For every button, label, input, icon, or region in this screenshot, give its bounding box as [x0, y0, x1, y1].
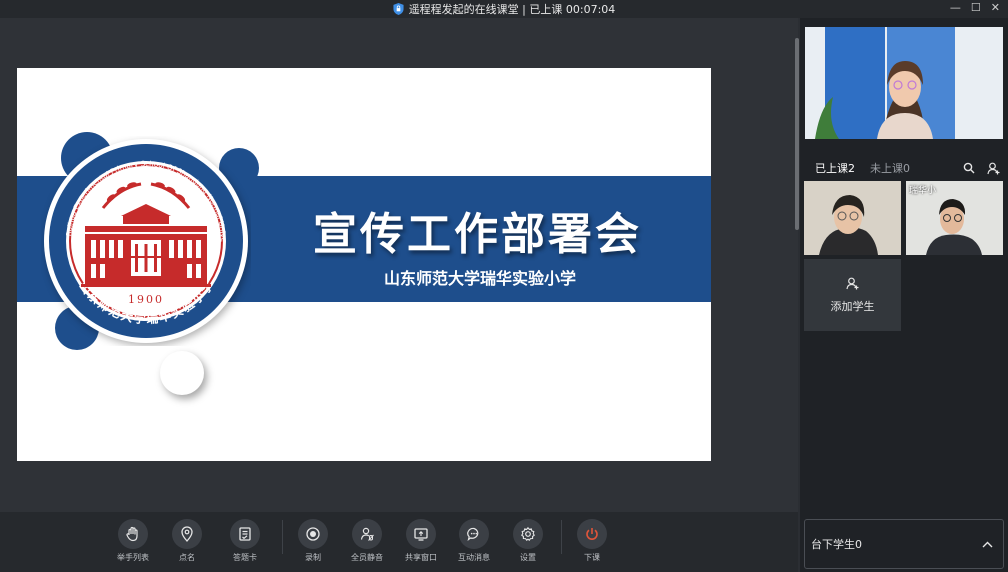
teacher-video[interactable] — [805, 27, 1003, 139]
share-window-icon — [414, 528, 428, 541]
teacher-video-frame — [805, 27, 1003, 139]
chat-icon — [467, 527, 479, 542]
slide-subtitle: 山东师范大学瑞华实验小学 — [384, 269, 577, 288]
record-button[interactable]: 录制 — [283, 519, 343, 563]
student-video-tile[interactable] — [804, 181, 901, 255]
classroom-stage: Ruihua Experimental Primary School Of Sh… — [0, 18, 799, 512]
tab-not-in-class[interactable]: 未上课0 — [870, 160, 910, 176]
interactive-messages-label: 互动消息 — [458, 553, 490, 562]
slide-title: 宣传工作部署会 — [313, 209, 642, 260]
student-name: 瑞华小 — [909, 186, 937, 196]
interactive-messages-button[interactable]: 互动消息 — [444, 519, 504, 563]
roll-call-label: 点名 — [179, 553, 195, 562]
minimize-icon[interactable]: — — [950, 1, 961, 14]
answer-card-label: 答题卡 — [233, 553, 257, 562]
underdesk-label: 台下学生0 — [811, 538, 862, 551]
attendance-tabs: 已上课2 未上课0 — [800, 158, 1008, 178]
shield-icon — [393, 3, 404, 15]
record-icon — [306, 527, 320, 541]
tab-in-class[interactable]: 已上课2 — [815, 160, 855, 176]
add-user-icon[interactable] — [987, 162, 1000, 175]
scrollbar[interactable] — [795, 38, 799, 230]
share-window-button[interactable]: 共享窗口 — [391, 519, 451, 563]
maximize-icon[interactable]: ☐ — [971, 1, 981, 14]
raise-hand-list-button[interactable]: 举手列表 — [103, 519, 163, 563]
share-window-label: 共享窗口 — [405, 553, 437, 562]
window-title: 遥程程发起的在线课堂 | 已上课 00:07:04 — [408, 3, 616, 16]
participants-sidebar: 已上课2 未上课0 瑞华小 添加学生 台下学生0 — [800, 18, 1008, 572]
location-pin-icon — [181, 526, 193, 542]
student-video-frame — [804, 181, 901, 255]
hand-icon — [126, 526, 138, 542]
search-icon[interactable] — [963, 162, 975, 174]
mute-all-icon — [360, 527, 374, 541]
school-logo: Ruihua Experimental Primary School Of Sh… — [41, 136, 248, 343]
title-bar: 遥程程发起的在线课堂 | 已上课 00:07:04 — ☐ ✕ — [0, 0, 1008, 18]
add-user-icon — [846, 277, 859, 289]
add-student-button[interactable]: 添加学生 — [804, 259, 901, 331]
mute-all-button[interactable]: 全员静音 — [337, 519, 397, 563]
gear-icon — [521, 526, 535, 541]
underdesk-students-panel[interactable]: 台下学生0 — [804, 519, 1004, 569]
roll-call-button[interactable]: 点名 — [157, 519, 217, 563]
mute-all-label: 全员静音 — [351, 553, 383, 562]
logo-year: 1900 — [128, 293, 164, 306]
end-class-label: 下课 — [584, 553, 600, 562]
raise-hand-list-label: 举手列表 — [117, 553, 149, 562]
presentation-slide: Ruihua Experimental Primary School Of Sh… — [17, 68, 711, 461]
power-icon — [586, 528, 598, 540]
settings-button[interactable]: 设置 — [498, 519, 558, 563]
settings-label: 设置 — [520, 553, 536, 562]
class-toolbar: 举手列表 点名 答题卡 录制 全员静音 共享窗口 互动消息 设置 下课 — [0, 512, 798, 572]
add-student-label: 添加学生 — [830, 299, 875, 313]
close-icon[interactable]: ✕ — [991, 1, 1000, 14]
answer-card-icon — [239, 527, 251, 541]
student-video-tile[interactable]: 瑞华小 — [906, 181, 1003, 255]
record-label: 录制 — [305, 553, 321, 562]
end-class-button[interactable]: 下课 — [562, 519, 622, 563]
chevron-up-icon[interactable] — [982, 541, 993, 548]
answer-card-button[interactable]: 答题卡 — [215, 519, 275, 563]
